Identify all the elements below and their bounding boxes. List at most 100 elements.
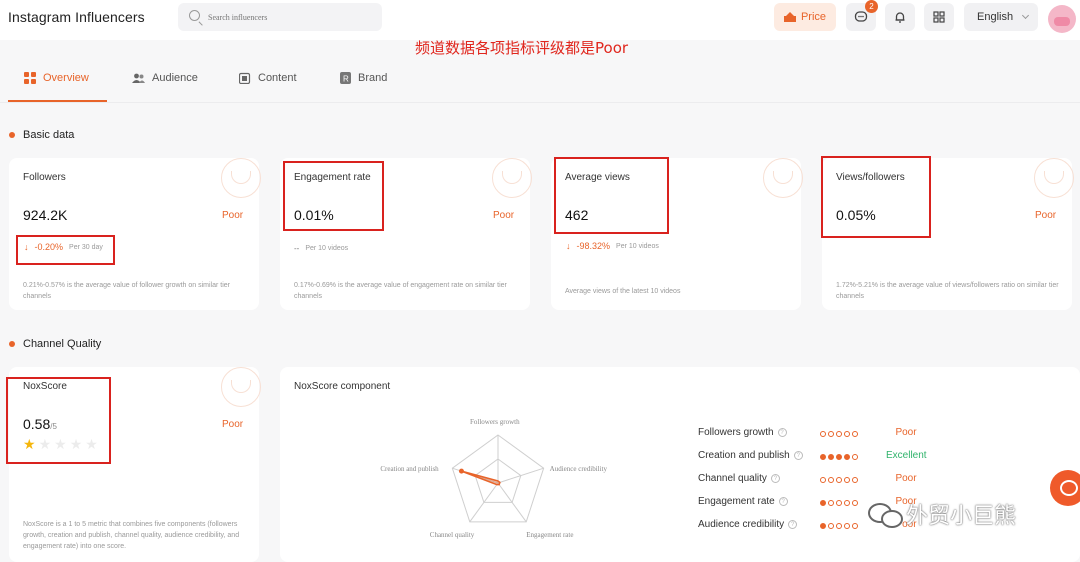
score-dot (844, 500, 850, 506)
watermark-logo-icon (221, 158, 261, 198)
apps-button[interactable] (924, 3, 954, 31)
notifications-button[interactable] (885, 3, 915, 31)
language-label: English (977, 11, 1014, 23)
help-icon[interactable]: ? (777, 428, 787, 437)
chevron-down-icon (1022, 11, 1030, 20)
score-dot (828, 454, 834, 460)
highlight-box (283, 161, 384, 231)
change-row: -- Per 10 videos (294, 244, 348, 253)
component-label-wrap: Engagement rate? (698, 496, 788, 507)
radar-axis-label: Channel quality (430, 531, 475, 539)
price-button[interactable]: Price (774, 3, 836, 31)
radar-chart: Followers growth Audience credibility Enga… (380, 418, 608, 539)
tab-label: Overview (43, 72, 89, 84)
help-icon[interactable]: ? (788, 520, 798, 529)
language-select[interactable]: English (964, 3, 1038, 31)
radar-series-shape (461, 470, 501, 486)
score-dot (836, 431, 842, 437)
score-dot (844, 454, 850, 460)
highlight-box (554, 157, 669, 234)
section-dot-icon (9, 341, 15, 347)
content-icon (239, 72, 251, 84)
rating-badge: Poor (1035, 210, 1057, 221)
help-icon[interactable]: ? (793, 451, 803, 460)
score-dot (828, 477, 834, 483)
card-note: 0.21%-0.57% is the average value of foll… (23, 282, 230, 300)
component-label-wrap: Creation and publish? (698, 450, 803, 461)
score-dot (836, 523, 842, 529)
app-title: Instagram Influencers (8, 9, 145, 25)
crown-icon (783, 12, 796, 22)
score-dot (852, 454, 858, 460)
radar-axis-label: Engagement rate (526, 531, 573, 539)
help-icon[interactable]: ? (770, 474, 780, 483)
component-score-dots (820, 454, 858, 460)
component-rating: Poor (895, 473, 917, 484)
overview-grid-icon (24, 72, 36, 84)
score-dot (820, 523, 826, 529)
component-rating: Excellent (886, 450, 927, 461)
tab-audience[interactable]: Audience (132, 72, 198, 84)
rating-badge: Poor (493, 210, 515, 221)
tab-label: Brand (358, 72, 388, 84)
rating-badge: Poor (222, 210, 244, 221)
card-note: 1.72%-5.21% is the average value of view… (836, 282, 1059, 300)
component-label: Followers growth (698, 427, 774, 438)
watermark-logo-icon (492, 158, 532, 198)
score-dot (820, 431, 826, 437)
score-dot (852, 500, 858, 506)
arrow-down-icon: ↓ (566, 241, 571, 251)
score-dot (820, 500, 826, 506)
score-dot (828, 523, 834, 529)
score-dot (852, 477, 858, 483)
score-dot (836, 454, 842, 460)
tab-label: Audience (152, 72, 198, 84)
tab-overview[interactable]: Overview (24, 72, 89, 84)
score-dot (844, 477, 850, 483)
component-label: Channel quality (698, 473, 767, 484)
help-icon[interactable]: ? (778, 497, 788, 506)
component-score-dots (820, 477, 858, 483)
search-input[interactable] (208, 7, 368, 27)
card-note: Average views of the latest 10 videos (565, 288, 681, 295)
highlight-box (16, 235, 115, 265)
user-avatar[interactable] (1048, 5, 1076, 33)
component-row: Channel quality? Poor (698, 473, 938, 487)
section-title: Basic data (23, 129, 75, 141)
score-dot (844, 431, 850, 437)
top-header (0, 0, 1080, 40)
tab-brand[interactable]: R Brand (340, 72, 387, 84)
component-score-dots (820, 431, 858, 437)
highlight-box (821, 156, 931, 238)
radar-axis-label: Followers growth (470, 418, 520, 426)
watermark-logo-icon (763, 158, 803, 198)
score-dot (820, 454, 826, 460)
card-note: NoxScore is a 1 to 5 metric that combine… (23, 521, 240, 550)
change-value: -98.32% (576, 241, 611, 251)
score-dot (836, 500, 842, 506)
score-dot (836, 477, 842, 483)
section-basic-data: Basic data (9, 129, 74, 141)
message-count-badge: 2 (865, 0, 878, 13)
tab-content[interactable]: Content (239, 72, 297, 84)
component-row: Followers growth? Poor (698, 427, 938, 441)
brand-watermark-text: 外贸小巨熊 (906, 504, 1017, 529)
brand-watermark: 外贸小巨熊 (868, 498, 1016, 530)
component-label-wrap: Audience credibility? (698, 519, 798, 530)
component-label-wrap: Channel quality? (698, 473, 780, 484)
radar-axis-label: Audience credibility (550, 465, 608, 473)
score-dot (828, 500, 834, 506)
brand-icon: R (340, 72, 351, 84)
section-dot-icon (9, 132, 15, 138)
card-label: Followers (23, 172, 66, 183)
wechat-logo-icon (868, 501, 903, 528)
component-score-dots (820, 523, 858, 529)
change-row: ↓ -98.32% Per 10 videos (566, 241, 659, 251)
search-box[interactable] (178, 3, 382, 31)
radar-point (458, 468, 464, 474)
component-score-dots (820, 500, 858, 506)
chat-support-button[interactable] (1050, 470, 1080, 506)
card-label: NoxScore component (294, 381, 391, 392)
followers-card: Followers 924.2K Poor ↓ -0.20% Per 30 da… (9, 158, 261, 310)
component-row: Creation and publish? Excellent (698, 450, 938, 464)
